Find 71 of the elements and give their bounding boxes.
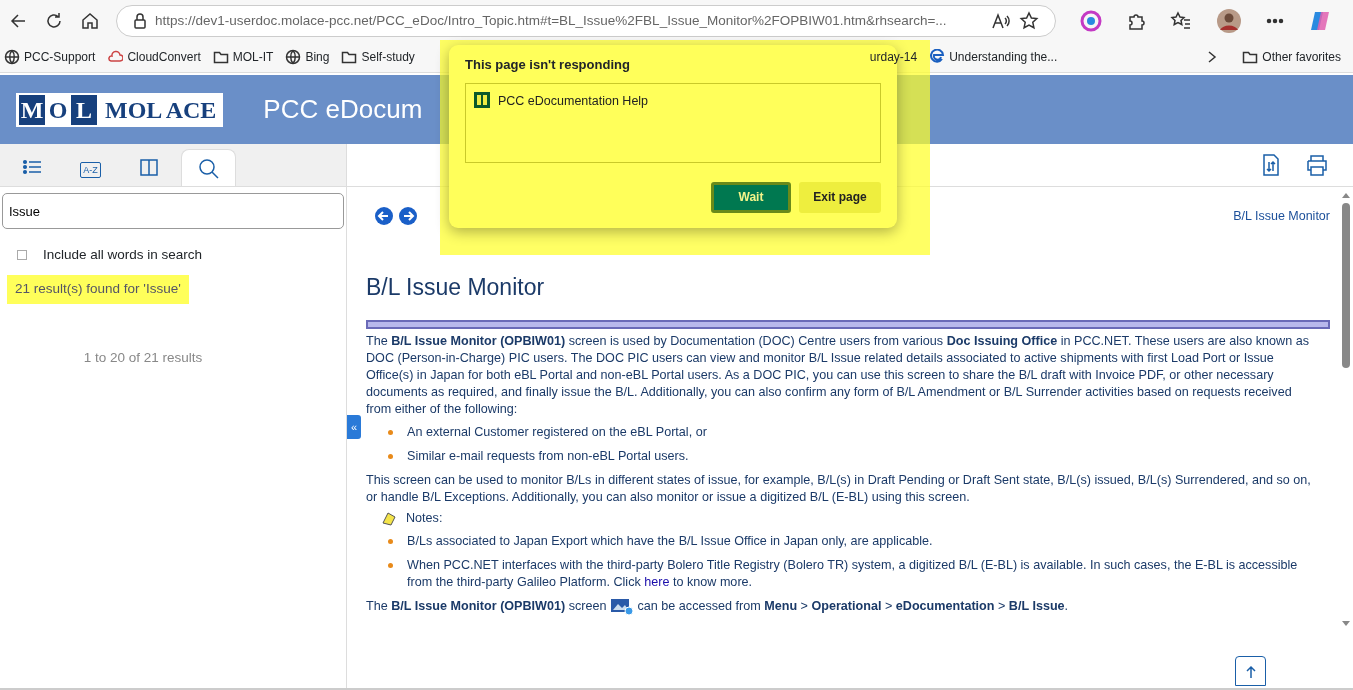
globe-icon: [4, 49, 20, 65]
more-icon[interactable]: [1266, 18, 1284, 24]
list-item-text: An external Customer registered on the eBL Portal, or: [407, 423, 707, 441]
bookmark-link[interactable]: MOL-IT: [212, 48, 274, 66]
exit-page-button[interactable]: Exit page: [799, 181, 881, 213]
lock-icon: [133, 13, 147, 29]
checkbox[interactable]: [17, 250, 27, 261]
bullet-icon: [388, 562, 393, 568]
document-icon[interactable]: [1261, 153, 1281, 177]
next-icon[interactable]: [398, 206, 418, 226]
home-icon[interactable]: [80, 11, 100, 31]
back-to-top-button[interactable]: [1235, 656, 1266, 686]
browser-logo-icon: [929, 49, 946, 65]
paragraph: The B/L Issue Monitor (OPBIW01) screen is used by Documentation (DOC) Centre users from various Doc Issuing Office in PCC.NET. These users are also known as DOC (Person-in-Charge) PIC users. The DOC PIC users can view and monitor B/L Issue related details associated to active shipments with first Load Port or Issue Office(s) in Japan for both eBL Portal and non-eBL Portal users. As a DOC PIC, you can use this screen to share the B/L draft with Invoice PDF, or other necessary documents as required, and finally issue the B/L. Additionally, you can also confirm any form of B/L Amendment or B/L Surrender activities based on requests received from either of the following:: [366, 332, 1310, 418]
refresh-icon[interactable]: [44, 11, 64, 31]
page-title: PCC eDocum: [263, 93, 423, 126]
scroll-down-icon[interactable]: [1340, 620, 1351, 628]
checkbox-label: Include all words in search: [43, 246, 203, 264]
bookmark-link[interactable]: CloudConvert: [107, 48, 201, 66]
favorites-icon[interactable]: [1170, 11, 1192, 31]
folder-icon: [1242, 49, 1259, 65]
previous-icon[interactable]: [374, 206, 394, 226]
screen-icon: [610, 597, 634, 616]
scrollbar-thumb[interactable]: [1341, 203, 1350, 368]
topic-heading: B/L Issue Monitor: [366, 273, 546, 302]
notes-label: Notes:: [406, 509, 443, 527]
pagination-text: 1 to 20 of 21 results: [82, 348, 204, 367]
result-summary: 21 result(s) found for 'Issue': [7, 275, 189, 304]
sidebar-tab[interactable]: A-Z: [63, 149, 118, 186]
sidebar-tab[interactable]: [181, 149, 236, 186]
bookmark-link[interactable]: Other favorites: [1242, 48, 1341, 66]
wait-button[interactable]: Wait: [711, 181, 791, 213]
bullet-icon: [388, 538, 393, 544]
search-icon: [197, 157, 220, 180]
star-icon[interactable]: [1019, 11, 1039, 31]
index-tab-label: A-Z: [80, 161, 101, 178]
note-icon: [380, 510, 398, 526]
chevron-right-icon[interactable]: [1206, 50, 1219, 64]
avatar-icon[interactable]: [1216, 8, 1242, 34]
globe-icon: [285, 49, 302, 65]
bullet-icon: [388, 429, 393, 435]
scroll-up-icon[interactable]: [1340, 191, 1351, 199]
up-arrow-icon: [1244, 664, 1257, 679]
colorful-circle-icon[interactable]: [1080, 10, 1102, 32]
bookmark-link[interactable]: Self-study: [341, 48, 415, 66]
bookmark-link[interactable]: Bing: [285, 48, 330, 66]
url-text: https://dev1-userdoc.molace-pcc.net/PCC_eDoc/Intro_Topic.htm#t=BL_Issue%2FBL_Issue_Monitor%2FOPBIW01.htm&rhsearch=...: [155, 11, 948, 30]
bookmark-link[interactable]: PCC-Support: [4, 48, 96, 66]
bookmark-link[interactable]: urday-14: [869, 48, 918, 66]
search-field[interactable]: Issue: [2, 193, 344, 229]
list-item-text: When PCC.NET interfaces with the third-party Bolero Title Registry (Bolero TR) system, a digitized B/L (E-BL) is available. In such cases, the E-BL is accessible from the third-party Galileo Platform. Click here to know more.: [407, 556, 1299, 591]
bookmark-link[interactable]: Understanding the...: [929, 48, 1058, 66]
bullet-icon: [388, 453, 393, 459]
collapse-button[interactable]: «: [347, 415, 361, 439]
link[interactable]: here: [644, 574, 670, 589]
puzzle-icon[interactable]: [1126, 11, 1146, 31]
logo: M O L MOL ACE: [16, 92, 224, 127]
cloud-icon: [107, 49, 124, 65]
breadcrumb-link[interactable]: B/L Issue Monitor: [1233, 206, 1330, 226]
page-name: PCC eDocumentation Help: [498, 92, 649, 110]
folder-icon: [341, 49, 358, 65]
read-aloud-icon[interactable]: [991, 12, 1011, 30]
print-icon[interactable]: [1305, 154, 1329, 176]
folder-icon: [212, 49, 229, 65]
address-bar[interactable]: https://dev1-userdoc.molace-pcc.net/PCC_eDoc/Intro_Topic.htm#t=BL_Issue%2FBL_Issue_Monitor%2FOPBIW01.htm&rhsearch=...: [116, 5, 1056, 37]
list-item-text: Similar e-mail requests from non-eBL Portal users.: [407, 447, 689, 465]
site-logo-icon: [474, 91, 490, 108]
paragraph: The B/L Issue Monitor (OPBIW01) screen can be accessed from Menu > Operational > eDocumentation > B/L Issue.: [366, 597, 1316, 616]
paragraph: This screen can be used to monitor B/Ls in different states of issue, for example, B/L(s) in Draft Pending or Draft Sent state, B/L(s) issued, B/L(s) Surrendered, and so on, or handle B/L Exceptions. Additionally, you can also monitor or issue a digitized B/L (E-BL) using this screen.: [366, 471, 1312, 506]
list-item-text: B/Ls associated to Japan Export which have the B/L Issue Office in Japan only, are applicable.: [407, 532, 933, 550]
copilot-icon[interactable]: [1308, 9, 1332, 33]
